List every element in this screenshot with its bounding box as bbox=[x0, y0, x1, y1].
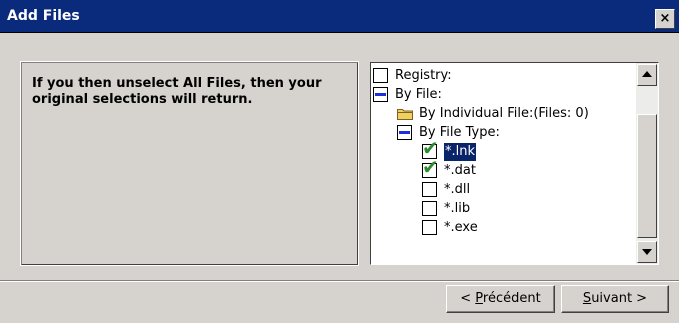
title-bar: Add Files × bbox=[0, 0, 679, 33]
button-label-rest: uivant > bbox=[591, 291, 648, 306]
tree-item-label: *.lnk bbox=[442, 142, 478, 162]
scroll-up-button[interactable] bbox=[637, 64, 657, 86]
close-icon: × bbox=[659, 11, 671, 26]
info-text: If you then unselect All Files, then you… bbox=[32, 76, 322, 107]
window-title: Add Files bbox=[7, 8, 80, 24]
tree-item-label: *.lib bbox=[444, 201, 471, 216]
by-file-checkbox[interactable] bbox=[373, 87, 388, 102]
mnemonic-letter: S bbox=[582, 291, 592, 306]
close-button[interactable]: × bbox=[655, 9, 675, 29]
by-file-type-checkbox[interactable] bbox=[397, 125, 412, 140]
folder-icon bbox=[397, 109, 413, 120]
scroll-thumb[interactable] bbox=[637, 114, 657, 238]
previous-button[interactable]: < Précédent bbox=[446, 285, 555, 313]
vertical-scrollbar[interactable] bbox=[636, 63, 658, 264]
exe-checkbox[interactable] bbox=[422, 220, 437, 235]
mnemonic-letter: P bbox=[475, 291, 483, 306]
info-panel: If you then unselect All Files, then you… bbox=[20, 61, 359, 266]
tree-item-label: *.dat bbox=[444, 163, 476, 178]
next-button[interactable]: Suivant > bbox=[561, 285, 669, 313]
dll-checkbox[interactable] bbox=[422, 182, 437, 197]
lib-checkbox[interactable] bbox=[422, 201, 437, 216]
arrow-down-icon bbox=[642, 249, 652, 255]
dat-checkbox[interactable] bbox=[422, 158, 439, 178]
tree-item-label: By File: bbox=[395, 87, 442, 102]
tree-item-label: *.dll bbox=[444, 182, 471, 197]
registry-checkbox[interactable] bbox=[373, 68, 388, 83]
tree-content: Registry: By File: By Individual File:(F… bbox=[371, 63, 636, 264]
tree-item-label: By Individual File:(Files: 0) bbox=[419, 106, 589, 121]
arrow-up-icon bbox=[642, 71, 652, 77]
button-label-rest: récédent bbox=[482, 291, 541, 306]
file-tree[interactable]: Registry: By File: By Individual File:(F… bbox=[370, 62, 659, 265]
button-prefix: < bbox=[460, 291, 476, 306]
tree-item-label: *.exe bbox=[444, 220, 478, 235]
scroll-down-button[interactable] bbox=[637, 241, 657, 263]
footer-separator bbox=[0, 280, 679, 282]
tree-item-label: Registry: bbox=[395, 68, 452, 83]
